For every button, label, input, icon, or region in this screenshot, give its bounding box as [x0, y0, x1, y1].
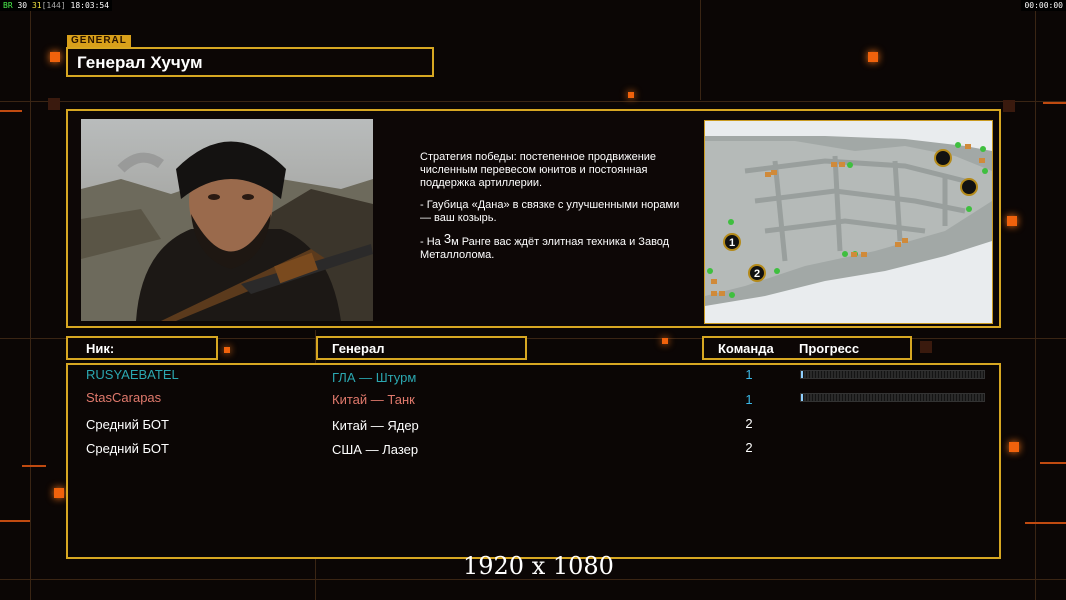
player-row: Средний БОТ Китай — Ядер 2	[68, 416, 999, 440]
player-general: Китай — Танк	[332, 392, 415, 407]
player-row: StasCarapas Китай — Танк 1	[68, 390, 999, 414]
title-box: Генерал Хучум	[66, 47, 434, 77]
general-description: Стратегия победы: постепенное продвижени…	[420, 151, 680, 271]
player-progress-bar	[800, 370, 985, 379]
player-team: 2	[745, 440, 753, 455]
player-nick: Средний БОТ	[86, 441, 169, 456]
player-general: Китай — Ядер	[332, 418, 419, 433]
hud-num: 31	[31, 1, 42, 10]
general-tab: GENERAL	[67, 35, 131, 47]
nick-header-label: Ник:	[86, 341, 115, 356]
rank-suffix: м Ранге вас ждёт элитная техника и Завод…	[420, 236, 670, 261]
hud-prefix: BR	[3, 1, 13, 10]
map-preview: 1 2	[704, 120, 993, 324]
general-info-panel: Стратегия победы: постепенное продвижени…	[66, 109, 1001, 328]
debug-hud: BR 30 31[144] 18:03:54	[0, 0, 113, 11]
player-team: 1	[745, 367, 753, 382]
start-label-1: 1	[729, 237, 735, 249]
general-header-label: Генерал	[332, 341, 385, 356]
start-position-1: 1	[723, 233, 741, 251]
team-progress-header: Команда Прогресс	[702, 336, 912, 360]
player-row: Средний БОТ США — Лазер 2	[68, 440, 999, 464]
description-artillery: - Гаубица «Дана» в связке с улучшенными …	[420, 199, 680, 224]
player-nick: Средний БОТ	[86, 417, 169, 432]
hud-bracket: [144]	[41, 1, 66, 10]
progress-fill	[801, 371, 803, 378]
player-nick: RUSYAEBATEL	[86, 367, 179, 382]
team-header-label: Команда	[718, 341, 774, 356]
general-header: Генерал	[316, 336, 527, 360]
player-row: RUSYAEBATEL ГЛА — Штурм 1	[68, 367, 999, 391]
hud-fps: 30	[17, 1, 28, 10]
rank-number: 3	[443, 231, 452, 246]
description-rank: - На 3м Ранге вас ждёт элитная техника и…	[420, 231, 680, 262]
general-portrait	[81, 119, 373, 321]
players-panel: RUSYAEBATEL ГЛА — Штурм 1 StasCarapas Ки…	[66, 363, 1001, 559]
start-position-2: 2	[748, 264, 766, 282]
progress-header-label: Прогресс	[799, 341, 860, 356]
rank-prefix: - На	[420, 236, 444, 248]
resolution-label: 1920 x 1080	[463, 552, 614, 580]
nick-header: Ник:	[66, 336, 218, 360]
player-general: ГЛА — Штурм	[332, 370, 417, 385]
progress-fill	[801, 394, 803, 401]
player-nick: StasCarapas	[86, 390, 162, 405]
player-team: 1	[745, 392, 753, 407]
hud-clock: 18:03:54	[70, 1, 110, 10]
start-label-2: 2	[754, 268, 760, 280]
description-strategy: Стратегия победы: постепенное продвижени…	[420, 151, 657, 189]
game-timer: 00:00:00	[1021, 0, 1066, 11]
player-team: 2	[745, 416, 753, 431]
player-general: США — Лазер	[332, 442, 419, 457]
player-progress-bar	[800, 393, 985, 402]
general-title: Генерал Хучум	[77, 53, 203, 72]
